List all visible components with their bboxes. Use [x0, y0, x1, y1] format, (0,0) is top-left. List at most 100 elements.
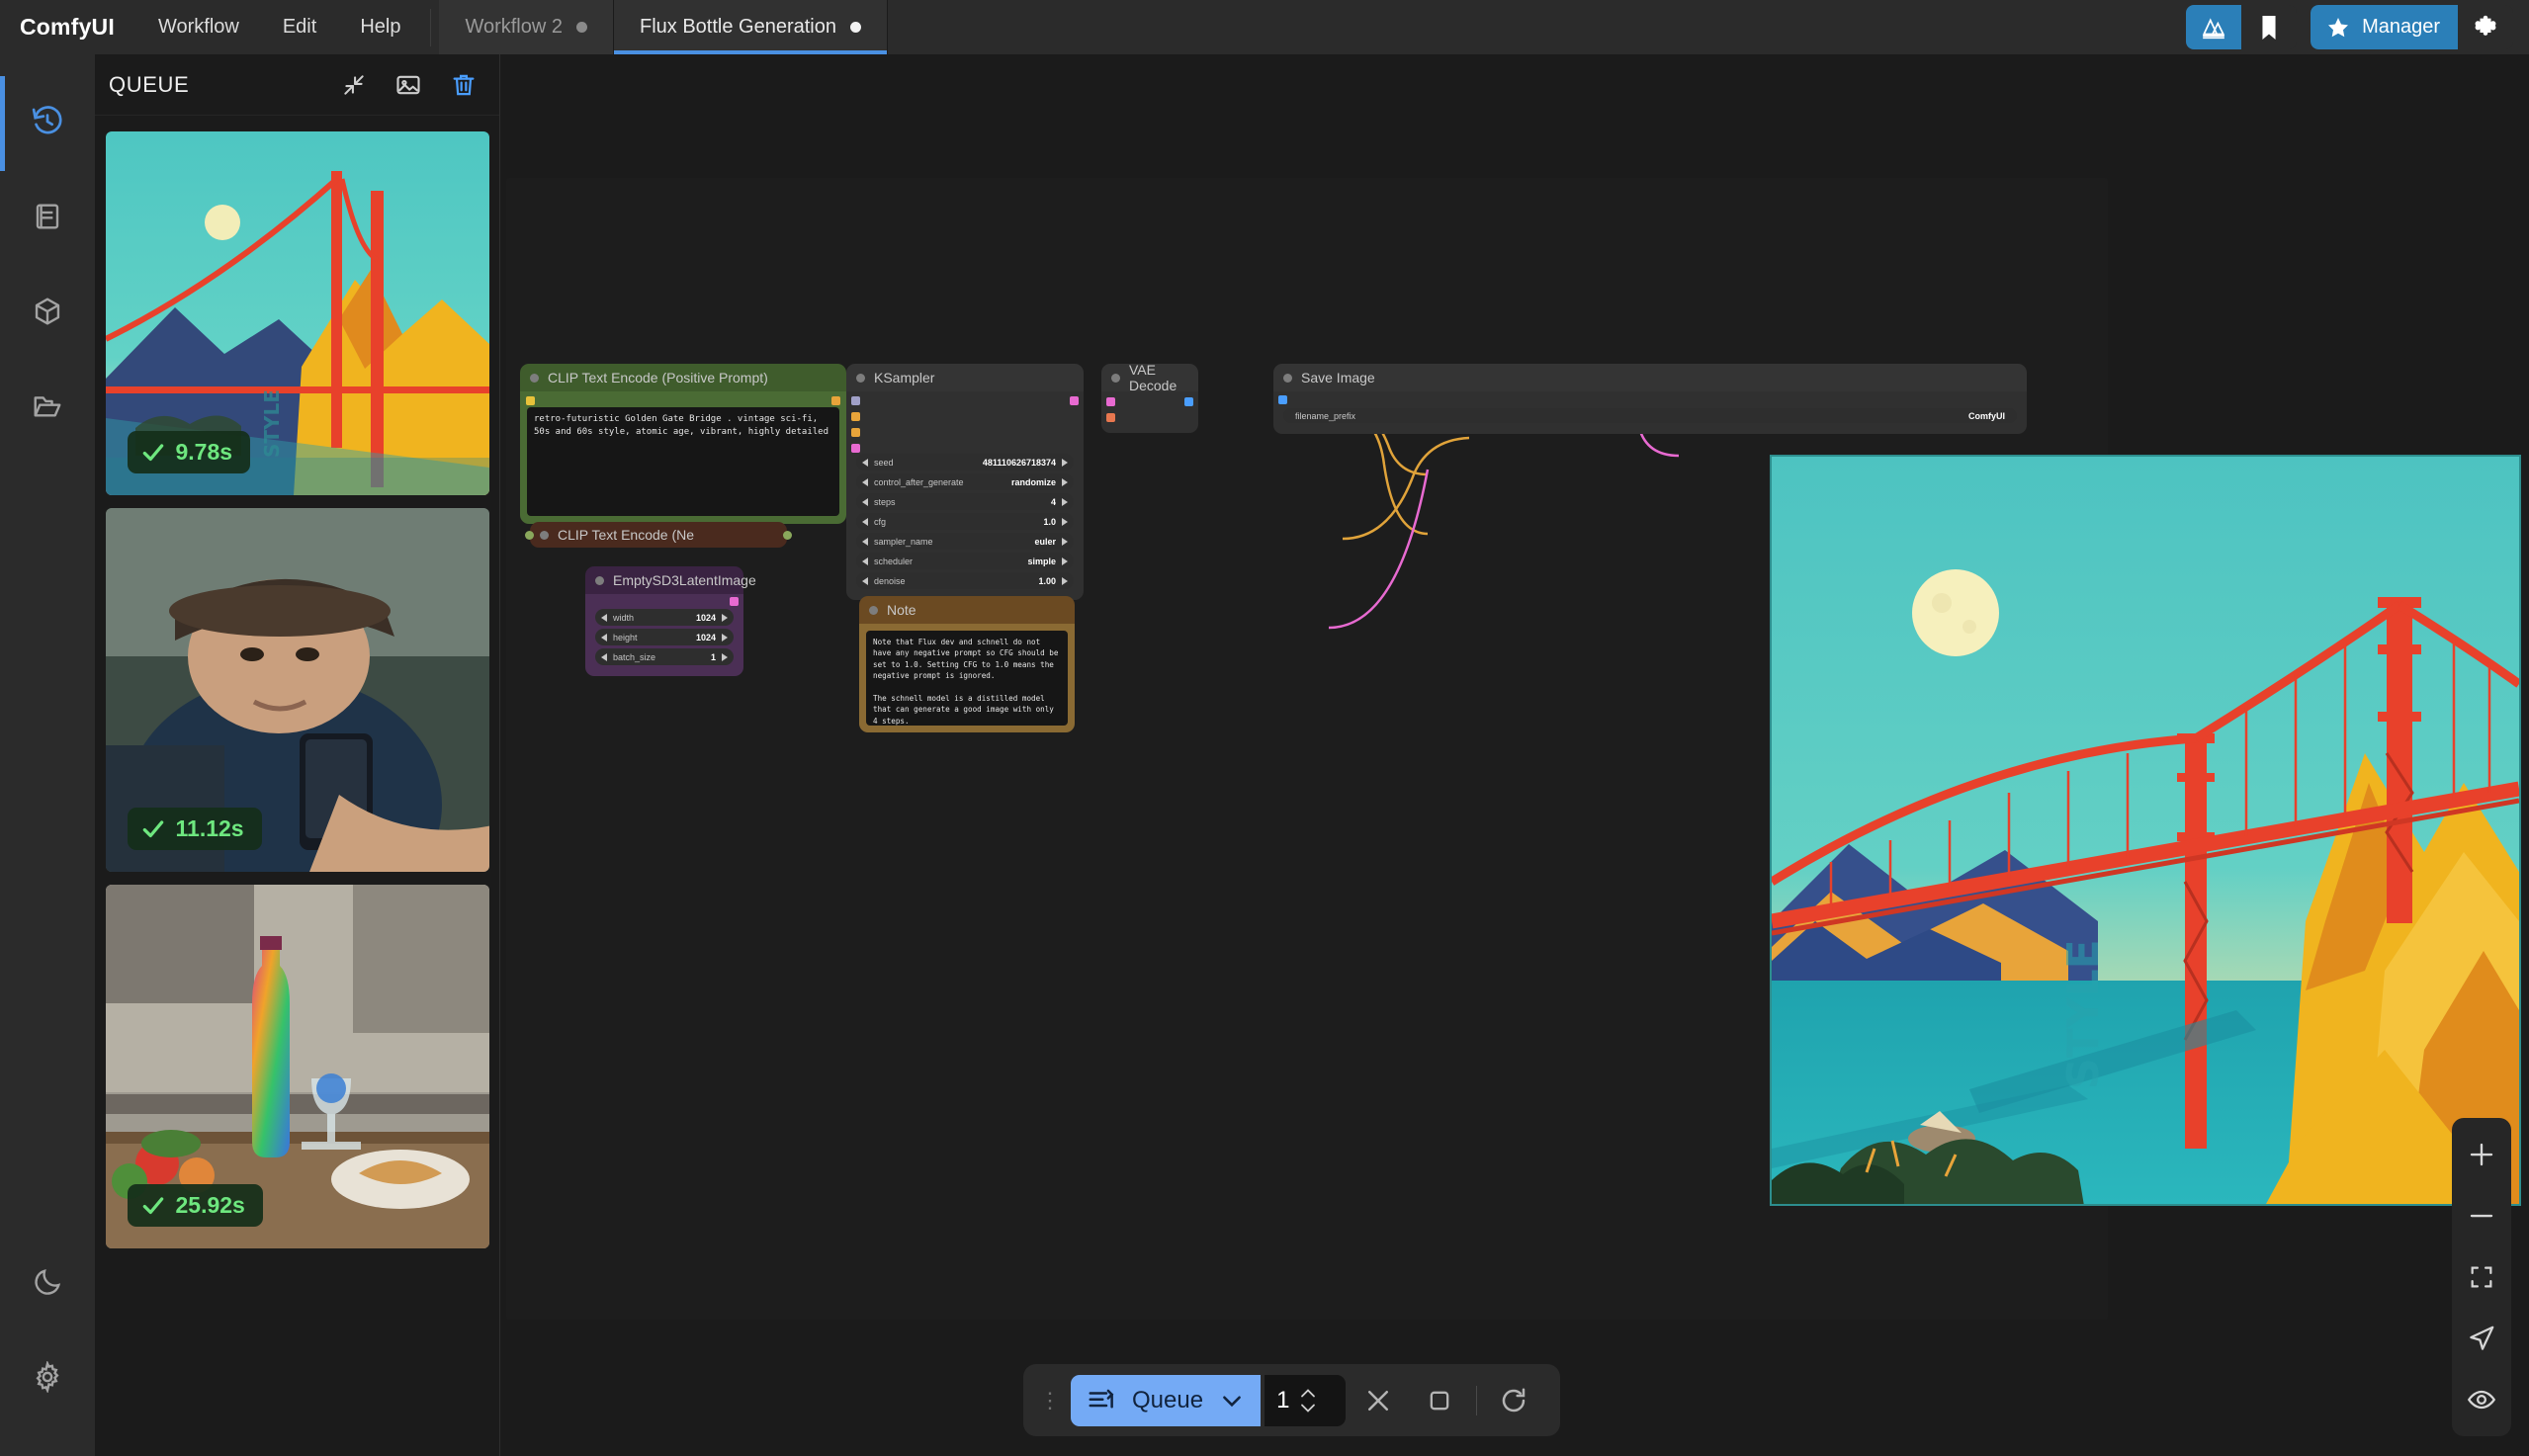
- widget-cfg[interactable]: cfg 1.0: [856, 513, 1074, 530]
- comfy-logo-icon[interactable]: [2186, 5, 2242, 49]
- close-x-icon: [1368, 1390, 1389, 1411]
- latent-output-port[interactable]: [730, 597, 739, 606]
- sidebar-item-workflows-browser[interactable]: [0, 361, 95, 456]
- sidebar-item-model-library[interactable]: [0, 266, 95, 361]
- node-header[interactable]: KSampler: [846, 364, 1084, 391]
- widget-steps[interactable]: steps 4: [856, 493, 1074, 510]
- queue-item[interactable]: STYLE 9.78s: [105, 131, 489, 495]
- node-save-image[interactable]: Save Image filename_prefix ComfyUI: [1273, 364, 2027, 434]
- widget-filename-prefix[interactable]: filename_prefix ComfyUI: [1283, 408, 2017, 423]
- node-collapse-dot-icon[interactable]: [530, 373, 539, 383]
- widget-scheduler[interactable]: scheduler simple: [856, 553, 1074, 569]
- trash-icon[interactable]: [450, 71, 478, 99]
- node-vae-decode[interactable]: VAE Decode: [1101, 362, 1198, 433]
- increment-arrow-icon[interactable]: [1062, 477, 1068, 486]
- zoom-out-button[interactable]: [2452, 1189, 2511, 1242]
- refresh-icon: [1502, 1388, 1526, 1412]
- clip-input-port[interactable]: [525, 531, 534, 540]
- widget-value: 1.00: [1038, 575, 1056, 586]
- vae-input-port[interactable]: [1106, 413, 1115, 422]
- queue-item[interactable]: 25.92s: [105, 885, 489, 1248]
- widget-seed[interactable]: seed 481110626718374: [856, 454, 1074, 471]
- node-header[interactable]: CLIP Text Encode (Ne: [530, 522, 787, 548]
- sidebar-item-node-library[interactable]: [0, 171, 95, 266]
- output-image-preview[interactable]: STYLE: [1770, 455, 2521, 1206]
- select-tool-button[interactable]: [2452, 1312, 2511, 1365]
- node-empty-sd3-latent-image[interactable]: EmptySD3LatentImage width 1024 height 10…: [585, 566, 756, 676]
- widget-height[interactable]: height 1024: [595, 629, 734, 645]
- menu-workflow[interactable]: Workflow: [136, 0, 261, 54]
- settings-button[interactable]: [0, 1331, 95, 1426]
- tab-workflow-2[interactable]: Workflow 2: [439, 0, 614, 54]
- toggle-visibility-button[interactable]: [2452, 1373, 2511, 1426]
- node-collapse-dot-icon[interactable]: [595, 575, 604, 585]
- stepper-arrows[interactable]: [1299, 1388, 1317, 1413]
- bottom-run-toolbar: ⋮ Queue 1: [1023, 1364, 1561, 1436]
- widget-sampler-name[interactable]: sampler_name euler: [856, 533, 1074, 550]
- node-collapse-dot-icon[interactable]: [1111, 373, 1120, 383]
- puzzle-piece-icon[interactable]: [2458, 5, 2513, 49]
- node-header[interactable]: Note: [859, 596, 1075, 624]
- node-header[interactable]: Save Image: [1273, 364, 2027, 391]
- latent-output-port[interactable]: [1070, 396, 1079, 405]
- queue-prompt-button[interactable]: Queue: [1071, 1374, 1262, 1426]
- increment-arrow-icon[interactable]: [722, 652, 728, 661]
- increment-arrow-icon[interactable]: [1062, 517, 1068, 526]
- cancel-run-button[interactable]: [1350, 1364, 1407, 1436]
- increment-arrow-icon[interactable]: [1062, 537, 1068, 546]
- refresh-button[interactable]: [1485, 1364, 1542, 1436]
- tab-flux-bottle-generation[interactable]: Flux Bottle Generation: [614, 0, 888, 54]
- image-icon[interactable]: [394, 71, 422, 99]
- increment-arrow-icon[interactable]: [1062, 557, 1068, 565]
- increment-arrow-icon[interactable]: [1062, 458, 1068, 467]
- menu-edit[interactable]: Edit: [261, 0, 338, 54]
- negative-input-port[interactable]: [851, 428, 860, 437]
- widget-batch-size[interactable]: batch_size 1: [595, 648, 734, 665]
- manager-button[interactable]: Manager: [2311, 5, 2458, 49]
- node-collapse-dot-icon[interactable]: [1283, 373, 1292, 383]
- images-input-port[interactable]: [1278, 395, 1287, 404]
- note-textarea[interactable]: Note that Flux dev and schnell do not ha…: [866, 631, 1068, 726]
- increment-arrow-icon[interactable]: [722, 613, 728, 622]
- node-collapse-dot-icon[interactable]: [869, 605, 878, 615]
- increment-arrow-icon[interactable]: [1062, 576, 1068, 585]
- sidebar-item-queue-history[interactable]: [0, 76, 95, 171]
- image-output-port[interactable]: [1184, 397, 1193, 406]
- prompt-textarea[interactable]: retro-futuristic Golden Gate Bridge . vi…: [527, 407, 839, 516]
- zoom-in-button[interactable]: [2452, 1128, 2511, 1181]
- conditioning-output-port[interactable]: [783, 531, 792, 540]
- conditioning-output-port[interactable]: [831, 396, 840, 405]
- bookmark-icon[interactable]: [2241, 5, 2298, 49]
- node-header[interactable]: CLIP Text Encode (Positive Prompt): [520, 364, 846, 391]
- positive-input-port[interactable]: [851, 412, 860, 421]
- node-graph-canvas[interactable]: CLIP Text Encode (Positive Prompt) retro…: [500, 54, 2529, 1456]
- node-note[interactable]: Note Note that Flux dev and schnell do n…: [859, 596, 1075, 732]
- increment-arrow-icon[interactable]: [1062, 497, 1068, 506]
- node-clip-text-encode-negative[interactable]: CLIP Text Encode (Ne: [525, 522, 792, 548]
- model-input-port[interactable]: [851, 396, 860, 405]
- star-icon: [2328, 17, 2349, 37]
- node-header[interactable]: EmptySD3LatentImage: [585, 566, 756, 594]
- menu-help[interactable]: Help: [338, 0, 422, 54]
- latent-image-input-port[interactable]: [851, 444, 860, 453]
- drag-handle-icon[interactable]: ⋮: [1033, 1389, 1067, 1411]
- batch-count-stepper[interactable]: 1: [1264, 1374, 1347, 1426]
- stop-run-button[interactable]: [1411, 1364, 1468, 1436]
- widget-denoise[interactable]: denoise 1.00: [856, 572, 1074, 589]
- widget-value: 4: [1050, 496, 1056, 507]
- samples-input-port[interactable]: [1106, 397, 1115, 406]
- queue-item[interactable]: 11.12s: [105, 508, 489, 872]
- node-clip-text-encode-positive[interactable]: CLIP Text Encode (Positive Prompt) retro…: [520, 364, 846, 524]
- increment-arrow-icon[interactable]: [722, 633, 728, 642]
- node-header[interactable]: VAE Decode: [1101, 362, 1198, 393]
- chevron-down-icon: [1223, 1395, 1241, 1407]
- widget-control-after-generate[interactable]: control_after_generate randomize: [856, 473, 1074, 490]
- node-collapse-dot-icon[interactable]: [856, 373, 865, 383]
- fit-view-button[interactable]: [2452, 1250, 2511, 1304]
- collapse-arrows-icon[interactable]: [341, 72, 367, 98]
- node-collapse-dot-icon[interactable]: [540, 530, 549, 540]
- theme-toggle-button[interactable]: [0, 1237, 95, 1331]
- widget-width[interactable]: width 1024: [595, 609, 734, 626]
- node-ksampler[interactable]: KSampler seed 481110626718374 control_af…: [846, 364, 1084, 600]
- clip-input-port[interactable]: [526, 396, 535, 405]
